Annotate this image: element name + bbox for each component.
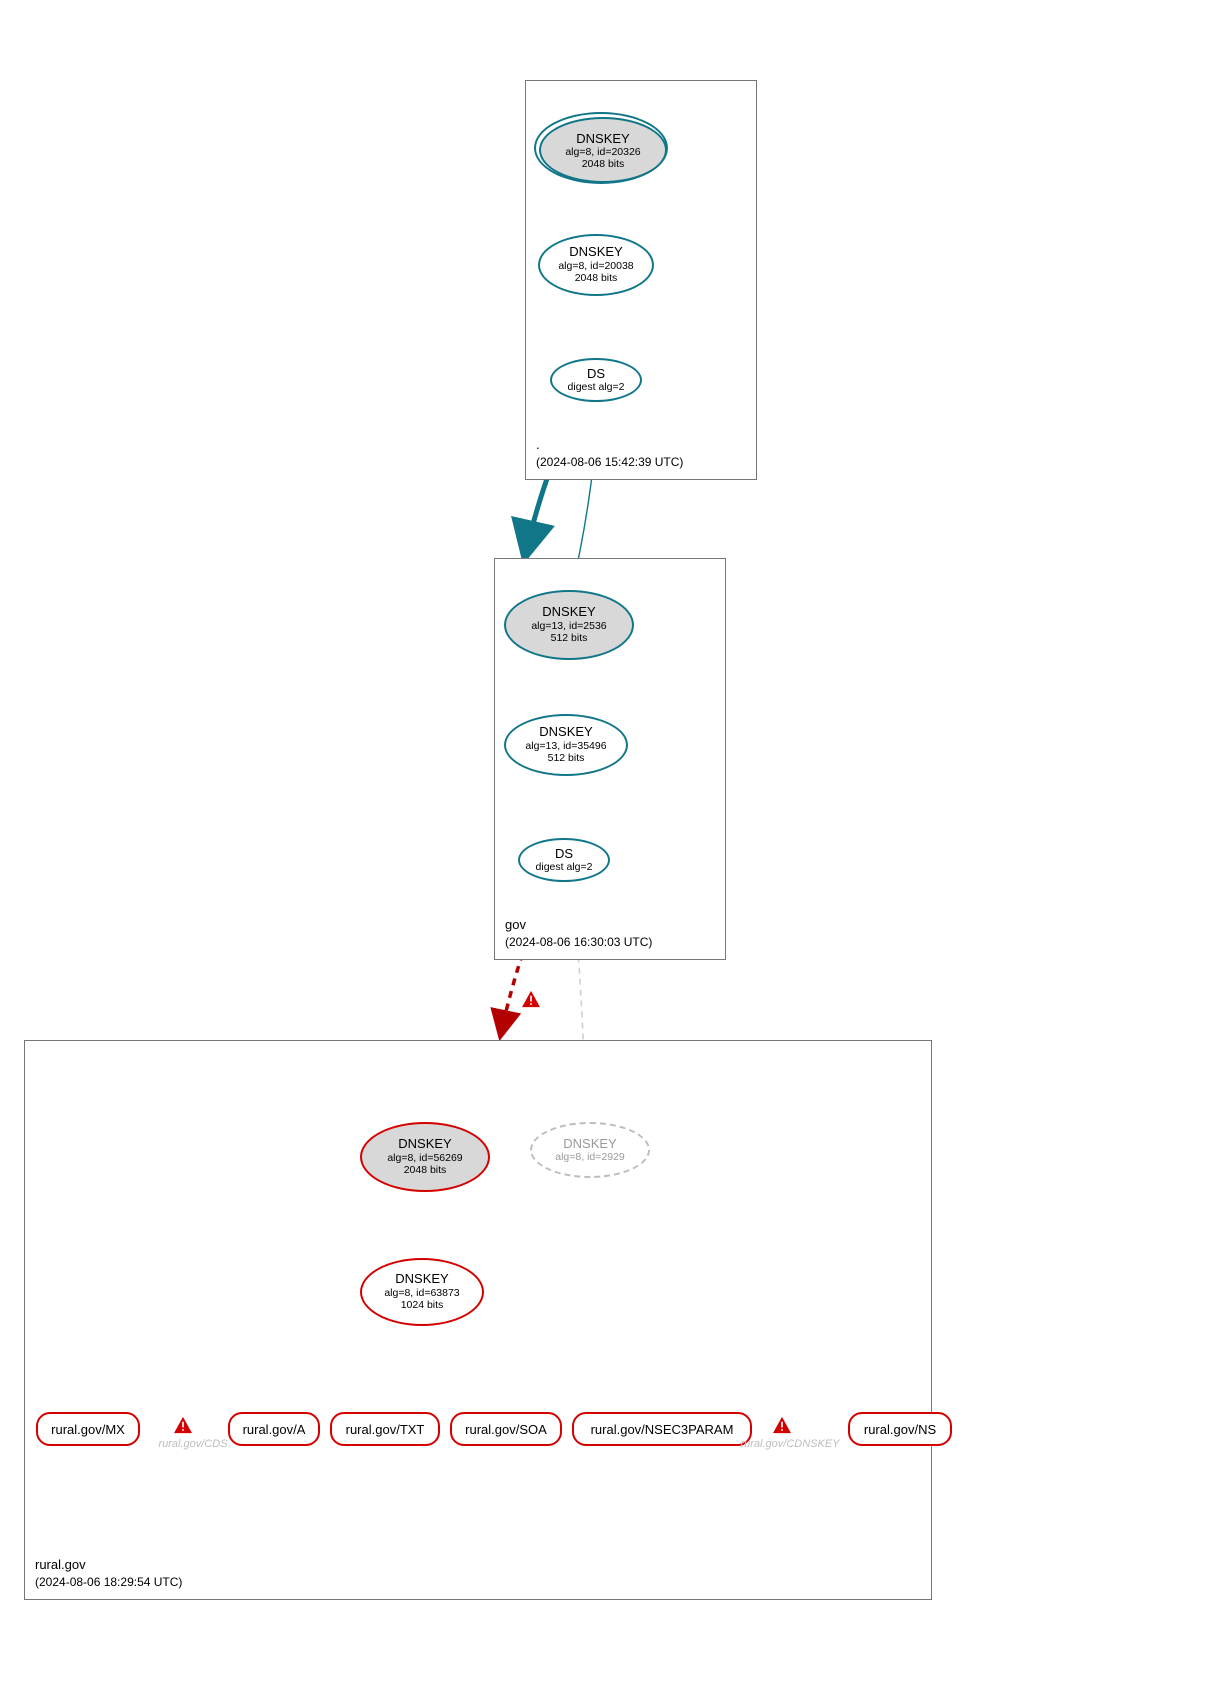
rr-nsec3param: rural.gov/NSEC3PARAM: [572, 1412, 752, 1446]
node-rural-zsk: DNSKEY alg=8, id=63873 1024 bits: [360, 1258, 484, 1326]
warning-icon: [772, 1416, 792, 1434]
node-root-ds: DS digest alg=2: [550, 358, 642, 402]
rural-ksk-line3: 2048 bits: [404, 1164, 447, 1176]
node-rural-gray: DNSKEY alg=8, id=2929: [530, 1122, 650, 1178]
node-gov-ksk: DNSKEY alg=13, id=2536 512 bits: [504, 590, 634, 660]
root-zsk-line3: 2048 bits: [575, 272, 618, 284]
ghost-cdnskey: rural.gov/CDNSKEY: [730, 1438, 850, 1450]
rr-mx: rural.gov/MX: [36, 1412, 140, 1446]
node-root-zsk: DNSKEY alg=8, id=20038 2048 bits: [538, 234, 654, 296]
gov-ksk-line2: alg=13, id=2536: [531, 620, 606, 632]
zone-root-label: . (2024-08-06 15:42:39 UTC): [536, 436, 683, 471]
root-ksk-line3: 2048 bits: [582, 158, 625, 170]
root-ds-line2: digest alg=2: [568, 381, 625, 393]
rural-zsk-title: DNSKEY: [395, 1272, 448, 1287]
gov-zsk-title: DNSKEY: [539, 725, 592, 740]
node-gov-ds: DS digest alg=2: [518, 838, 610, 882]
node-gov-zsk: DNSKEY alg=13, id=35496 512 bits: [504, 714, 628, 776]
rr-soa: rural.gov/SOA: [450, 1412, 562, 1446]
zone-gov-ts: (2024-08-06 16:30:03 UTC): [505, 935, 652, 949]
zone-rural: rural.gov (2024-08-06 18:29:54 UTC): [24, 1040, 932, 1600]
zone-gov-name: gov: [505, 917, 526, 932]
gov-zsk-line3: 512 bits: [548, 752, 585, 764]
root-zsk-line2: alg=8, id=20038: [558, 260, 633, 272]
root-zsk-title: DNSKEY: [569, 245, 622, 260]
rural-gray-title: DNSKEY: [563, 1137, 616, 1152]
gov-ds-title: DS: [555, 847, 573, 862]
zone-gov-label: gov (2024-08-06 16:30:03 UTC): [505, 916, 652, 951]
zone-rural-label: rural.gov (2024-08-06 18:29:54 UTC): [35, 1556, 182, 1591]
warning-icon: [521, 990, 541, 1008]
rural-ksk-line2: alg=8, id=56269: [387, 1152, 462, 1164]
rr-ns: rural.gov/NS: [848, 1412, 952, 1446]
zone-rural-ts: (2024-08-06 18:29:54 UTC): [35, 1575, 182, 1589]
ghost-cds: rural.gov/CDS: [148, 1438, 238, 1450]
gov-ksk-title: DNSKEY: [542, 605, 595, 620]
zone-rural-name: rural.gov: [35, 1557, 86, 1572]
gov-ksk-line3: 512 bits: [551, 632, 588, 644]
gov-zsk-line2: alg=13, id=35496: [525, 740, 606, 752]
zone-root-name: .: [536, 437, 540, 452]
rural-gray-line2: alg=8, id=2929: [555, 1151, 624, 1163]
warning-icon: [173, 1416, 193, 1434]
rural-zsk-line3: 1024 bits: [401, 1299, 444, 1311]
rural-zsk-line2: alg=8, id=63873: [384, 1287, 459, 1299]
root-ksk-title: DNSKEY: [576, 131, 629, 146]
rr-a: rural.gov/A: [228, 1412, 320, 1446]
gov-ds-line2: digest alg=2: [536, 861, 593, 873]
root-ds-title: DS: [587, 367, 605, 382]
rural-ksk-title: DNSKEY: [398, 1137, 451, 1152]
node-root-ksk: DNSKEY alg=8, id=20326 2048 bits: [534, 112, 668, 184]
rr-txt: rural.gov/TXT: [330, 1412, 440, 1446]
node-rural-ksk: DNSKEY alg=8, id=56269 2048 bits: [360, 1122, 490, 1192]
zone-root-ts: (2024-08-06 15:42:39 UTC): [536, 455, 683, 469]
root-ksk-line2: alg=8, id=20326: [565, 146, 640, 158]
